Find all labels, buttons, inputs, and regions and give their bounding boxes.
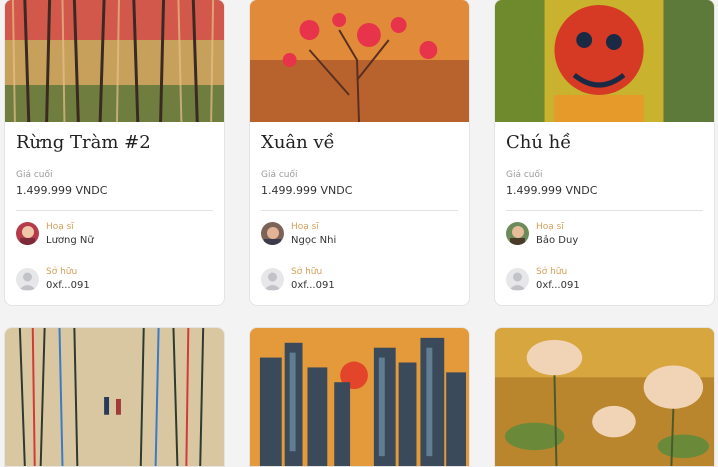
divider <box>16 210 213 211</box>
artwork-card[interactable] <box>4 327 225 467</box>
artwork-card[interactable] <box>249 327 470 467</box>
divider <box>261 210 458 211</box>
artist-avatar[interactable] <box>261 222 284 245</box>
owner-role-label: Sở hữu <box>46 267 78 277</box>
artwork-title[interactable]: Chú hề <box>506 132 571 153</box>
owner-address[interactable]: 0xf...091 <box>46 280 90 291</box>
owner-role-label: Sở hữu <box>291 267 323 277</box>
artwork-image[interactable] <box>250 328 469 466</box>
artist-avatar[interactable] <box>16 222 39 245</box>
artist-role-label: Hoạ sĩ <box>536 222 564 232</box>
owner-address[interactable]: 0xf...091 <box>536 280 580 291</box>
artwork-image[interactable] <box>495 0 714 122</box>
artist-name[interactable]: Ngọc Nhi <box>291 235 336 246</box>
price-value: 1.499.999 VNDC <box>16 184 108 197</box>
owner-role-label: Sở hữu <box>536 267 568 277</box>
owner-avatar[interactable] <box>261 268 284 291</box>
artwork-card[interactable]: Xuân về Giá cuối 1.499.999 VNDC Hoạ sĩ N… <box>249 0 470 306</box>
artwork-image[interactable] <box>495 328 714 466</box>
artwork-title[interactable]: Xuân về <box>261 132 335 153</box>
artwork-card[interactable] <box>494 327 715 467</box>
artwork-card[interactable]: Rừng Tràm #2 Giá cuối 1.499.999 VNDC Hoạ… <box>4 0 225 306</box>
owner-address[interactable]: 0xf...091 <box>291 280 335 291</box>
owner-avatar[interactable] <box>506 268 529 291</box>
owner-avatar[interactable] <box>16 268 39 291</box>
artwork-image[interactable] <box>250 0 469 122</box>
artist-role-label: Hoạ sĩ <box>46 222 74 232</box>
artist-role-label: Hoạ sĩ <box>291 222 319 232</box>
artwork-card[interactable]: Chú hề Giá cuối 1.499.999 VNDC Hoạ sĩ Bả… <box>494 0 715 306</box>
divider <box>506 210 703 211</box>
price-label: Giá cuối <box>261 170 298 180</box>
artist-name[interactable]: Lương Nữ <box>46 235 94 246</box>
price-value: 1.499.999 VNDC <box>506 184 598 197</box>
artwork-image[interactable] <box>5 328 224 466</box>
price-value: 1.499.999 VNDC <box>261 184 353 197</box>
artist-avatar[interactable] <box>506 222 529 245</box>
artwork-title[interactable]: Rừng Tràm #2 <box>16 132 151 153</box>
price-label: Giá cuối <box>506 170 543 180</box>
price-label: Giá cuối <box>16 170 53 180</box>
artwork-image[interactable] <box>5 0 224 122</box>
artist-name[interactable]: Bảo Duy <box>536 235 578 246</box>
